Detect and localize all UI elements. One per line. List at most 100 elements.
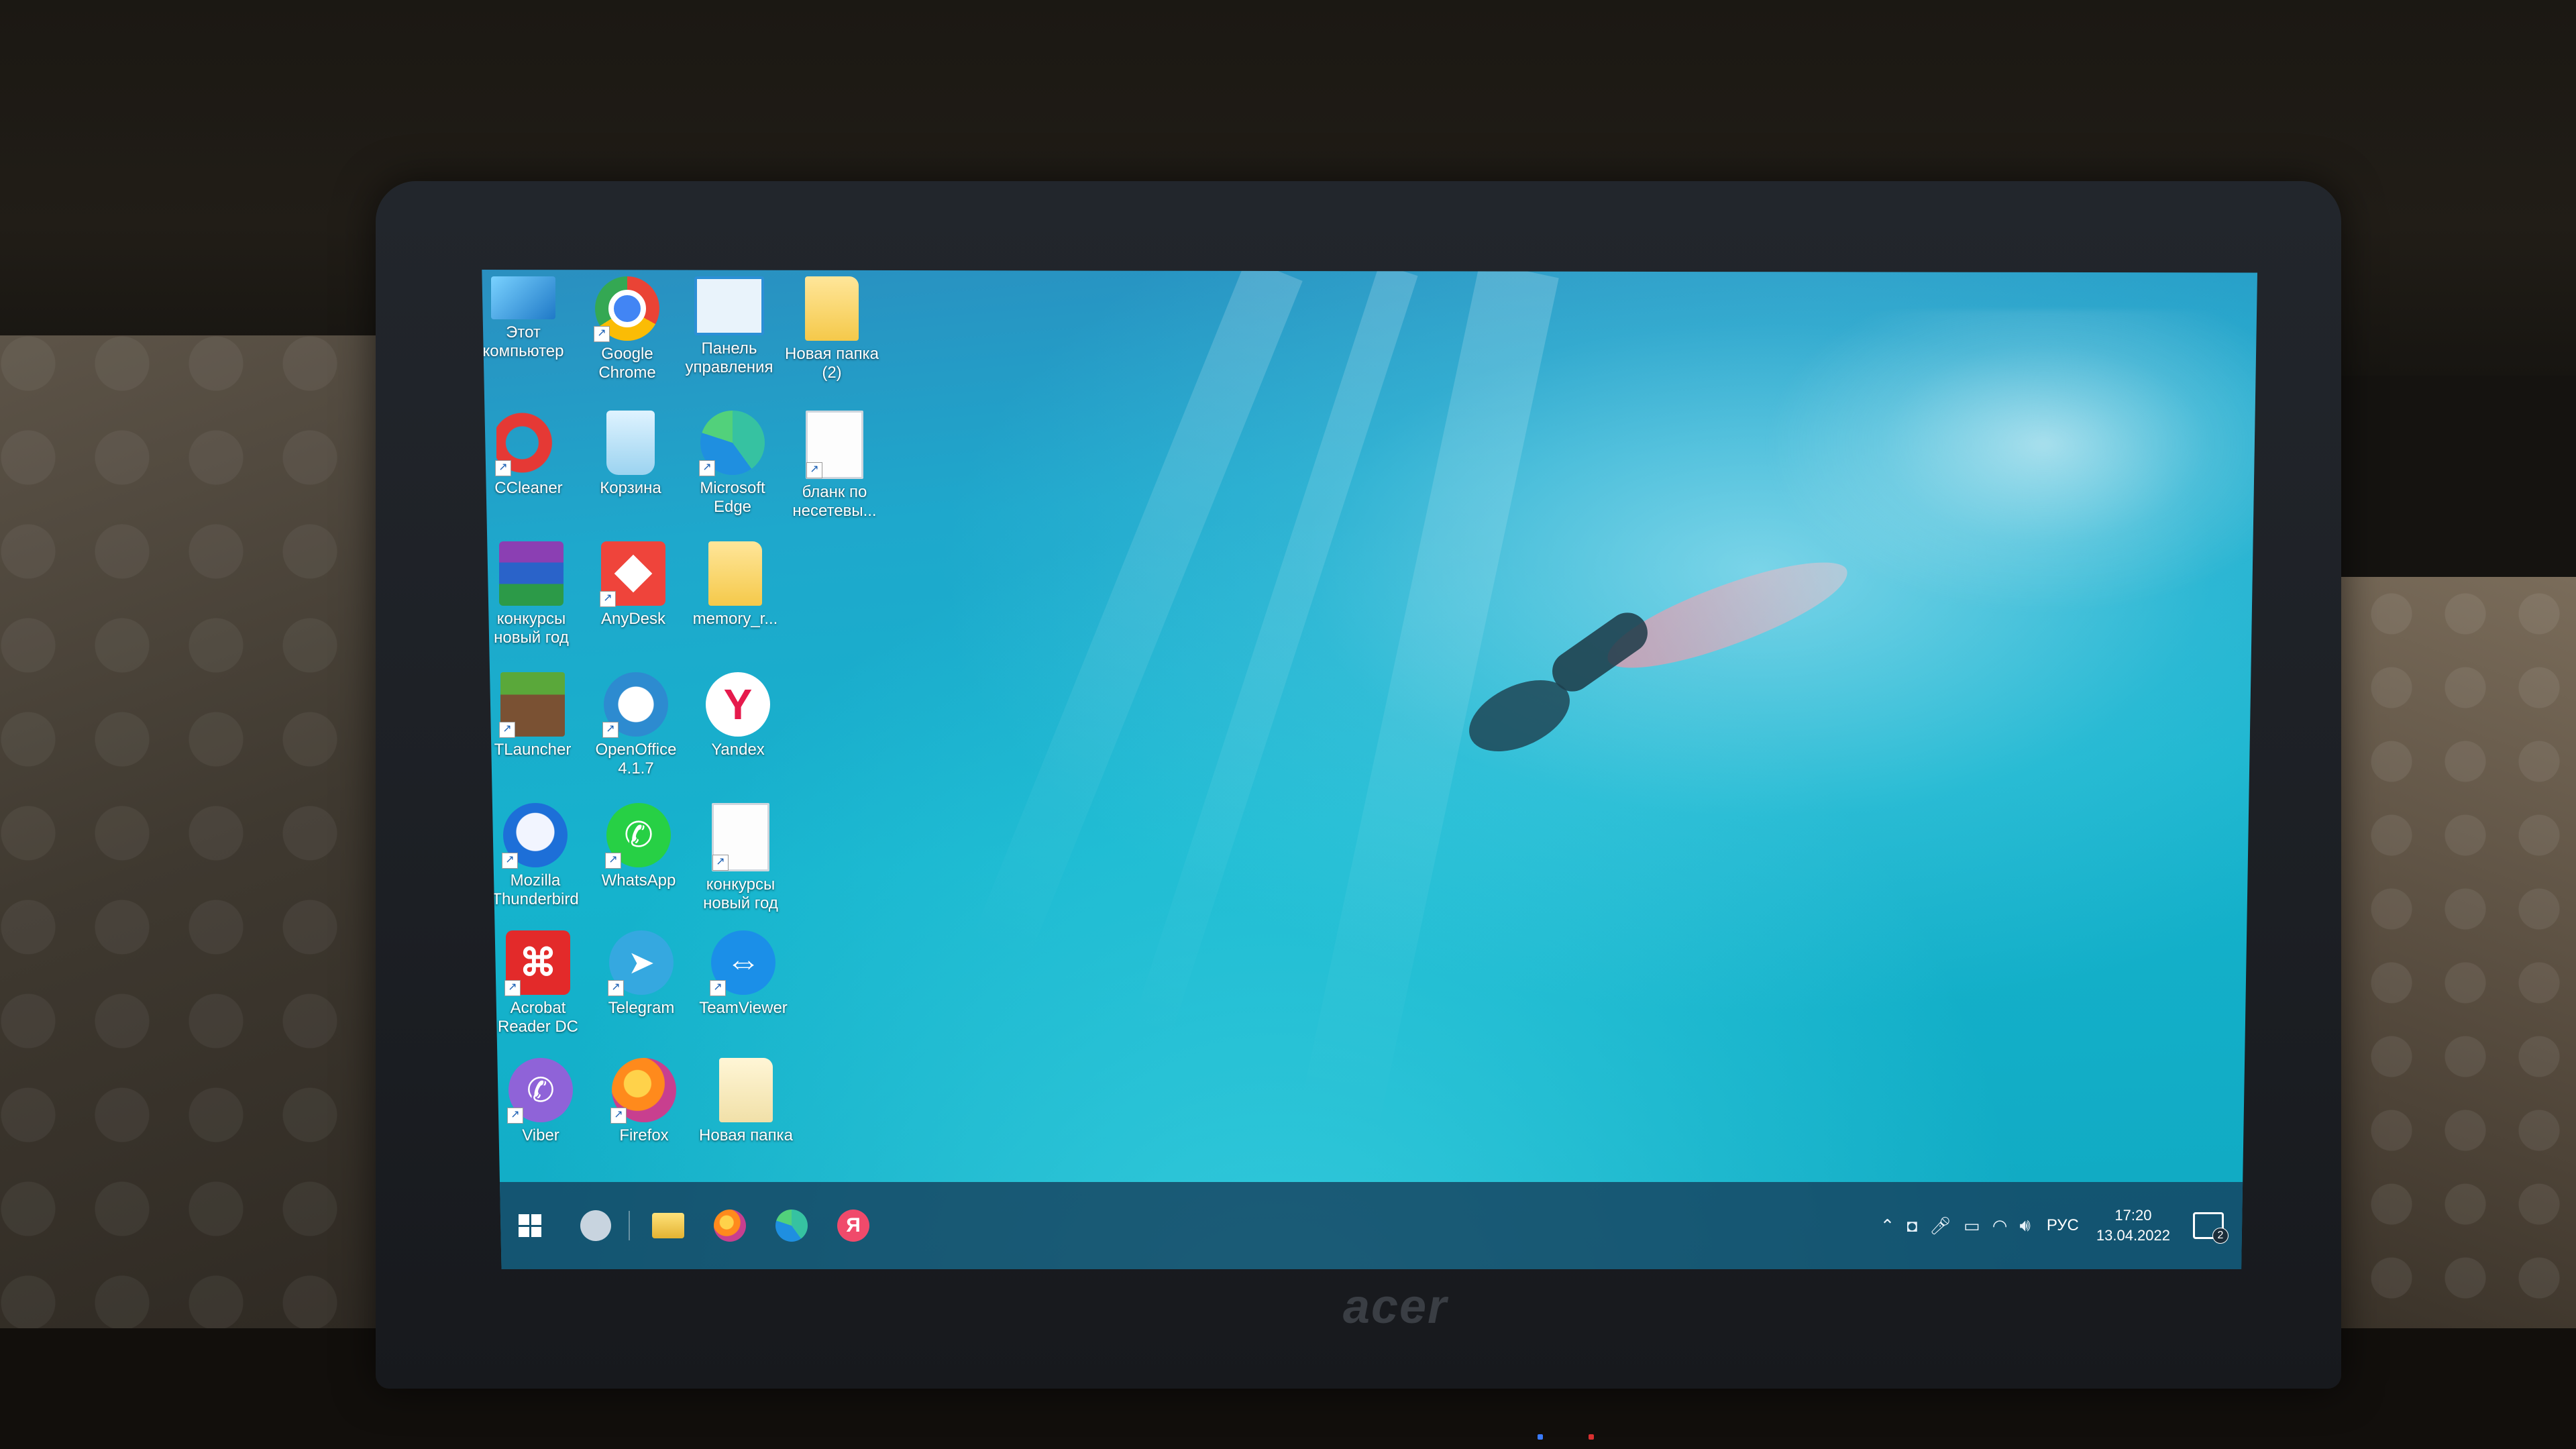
desktop-icon-viber[interactable]: ✆ ↗ Viber [490,1058,591,1145]
shortcut-arrow-icon: ↗ [806,462,822,478]
shortcut-arrow-icon: ↗ [712,855,729,871]
icon-label: конкурсы новый год [703,875,778,912]
desktop-icon-memory-folder[interactable]: memory_r... [685,541,786,629]
winrar-archive-icon [499,541,564,606]
icon-label: TLauncher [494,741,572,759]
desktop-icon-contests-doc[interactable]: ↗ конкурсы новый год [690,803,791,913]
shortcut-arrow-icon: ↗ [495,460,511,476]
desktop-icon-control-panel[interactable]: Панель управления [679,276,780,377]
taskbar-yandex-browser[interactable]: Я [830,1202,877,1249]
icon-label: Firefox [619,1126,669,1144]
folder-icon [805,276,859,341]
wifi-icon[interactable]: ◠ [1992,1216,2008,1236]
desktop-icon-telegram[interactable]: ➤ ↗ Telegram [591,930,692,1018]
status-led [1589,1434,1594,1440]
desktop-icon-yandex[interactable]: Y Yandex [688,672,788,759]
desktop-icon-this-pc[interactable]: Этот компьютер [482,276,574,361]
minecraft-block-icon: ↗ [499,672,565,738]
icon-label: Google Chrome [598,345,656,382]
desktop-icon-whatsapp[interactable]: ✆ ↗ WhatsApp [588,803,689,890]
control-panel-icon [694,276,764,335]
shortcut-arrow-icon: ↗ [499,722,515,738]
icon-label: Панель управления [685,339,773,376]
chevron-up-icon[interactable]: ⌃ [1880,1216,1895,1236]
viber-phone-icon: ✆ ↗ [507,1058,573,1124]
yandex-icon: Y [706,672,770,737]
desktop-icon-openoffice[interactable]: ↗ OpenOffice 4.1.7 [586,672,686,778]
clock-time: 17:20 [2114,1207,2152,1224]
chrome-icon: ↗ [594,276,659,342]
desktop-icon-ccleaner[interactable]: ↗ CCleaner [482,411,579,498]
shortcut-arrow-icon: ↗ [610,1108,627,1124]
taskbar-firefox[interactable] [706,1202,753,1249]
icon-label: Новая папка (2) [785,345,879,382]
shortcut-arrow-icon: ↗ [504,980,521,996]
icon-label: OpenOffice 4.1.7 [595,741,677,777]
desktop-icon-contests-archive[interactable]: конкурсы новый год [482,541,582,647]
desktop-screen: Этот компьютер ↗ CCleaner конкурсы новый… [482,270,2257,1269]
icon-label: Новая папка [699,1126,793,1144]
shortcut-arrow-icon: ↗ [602,722,619,738]
telegram-plane-icon: ➤ ↗ [608,930,674,996]
taskbar-edge[interactable] [768,1202,815,1249]
shortcut-arrow-icon: ↗ [507,1108,523,1124]
openoffice-gull-icon: ↗ [602,672,668,738]
icon-label: Telegram [608,999,675,1017]
icon-label: Этот компьютер [482,323,564,360]
microphone-icon[interactable]: 🎤︎ [1929,1216,1951,1236]
webcam-icon[interactable]: ◘ [1907,1216,1917,1236]
icon-label: конкурсы новый год [494,610,569,647]
icon-label: Acrobat Reader DC [497,999,579,1036]
desktop-icon-acrobat[interactable]: ⌘ ↗ Acrobat Reader DC [488,930,588,1036]
clock-date: 13.04.2022 [2096,1227,2170,1244]
folder-icon [652,1213,684,1238]
shortcut-arrow-icon: ↗ [502,853,518,869]
desktop-icon-new-folder-2[interactable]: Новая папка (2) [782,276,882,382]
desktop-icon-firefox[interactable]: ↗ Firefox [594,1058,694,1145]
system-tray: ⌃ ◘ 🎤︎ ▭ ◠ 🔊︎ РУС 17:20 13.04.2022 2 [1868,1182,2229,1269]
desktop-icon-recycle-bin[interactable]: Корзина [580,411,681,498]
document-icon: ↗ [806,411,863,479]
icon-label: Корзина [600,479,661,497]
document-icon: ↗ [712,803,769,871]
start-button[interactable] [506,1202,553,1249]
battery-icon[interactable]: ▭ [1964,1216,1980,1236]
taskbar-separator [629,1211,630,1240]
notification-count-badge: 2 [2212,1228,2229,1244]
icon-label: Viber [522,1126,559,1144]
desktop-icon-blank-doc[interactable]: ↗ бланк по несетевы... [784,411,885,521]
shortcut-arrow-icon: ↗ [608,980,624,996]
computer-icon [491,276,555,319]
language-indicator[interactable]: РУС [2047,1216,2079,1235]
desktop-icon-edge[interactable]: ↗ Microsoft Edge [682,411,783,517]
edge-icon: ↗ [699,411,765,476]
shortcut-arrow-icon: ↗ [699,460,715,476]
power-led [1538,1434,1543,1440]
icon-label: memory_r... [692,610,778,628]
ccleaner-icon: ↗ [495,411,561,476]
volume-icon[interactable]: 🔊︎ [2019,1215,2030,1236]
teamviewer-icon: ⇔ ↗ [710,930,775,996]
desktop-icon-tlauncher[interactable]: ↗ TLauncher [482,672,583,759]
icon-label: Microsoft Edge [700,479,765,516]
desktop-icon-new-folder[interactable]: Новая папка [696,1058,796,1145]
icon-label: WhatsApp [601,871,676,890]
taskbar-file-explorer[interactable] [645,1202,692,1249]
clock[interactable]: 17:20 13.04.2022 [2096,1205,2170,1246]
shortcut-arrow-icon: ↗ [600,591,616,607]
desktop-icon-anydesk[interactable]: ↗ AnyDesk [583,541,684,629]
icon-label: TeamViewer [699,999,788,1017]
desktop-icon-teamviewer[interactable]: ⇔ ↗ TeamViewer [693,930,794,1018]
firefox-icon: ↗ [610,1058,676,1124]
desktop-icon-thunderbird[interactable]: ↗ Mozilla Thunderbird [485,803,586,909]
cortana-search-button[interactable] [580,1210,611,1241]
folder-icon [708,541,762,606]
thunderbird-icon: ↗ [502,803,568,869]
light-ray [970,270,1303,965]
notification-center-icon[interactable]: 2 [2193,1212,2229,1244]
icon-label: AnyDesk [600,610,666,628]
icon-label: Yandex [711,741,765,759]
desktop-icon-chrome[interactable]: ↗ Google Chrome [577,276,678,382]
yandex-browser-icon: Я [837,1210,869,1242]
shortcut-arrow-icon: ↗ [605,853,621,869]
